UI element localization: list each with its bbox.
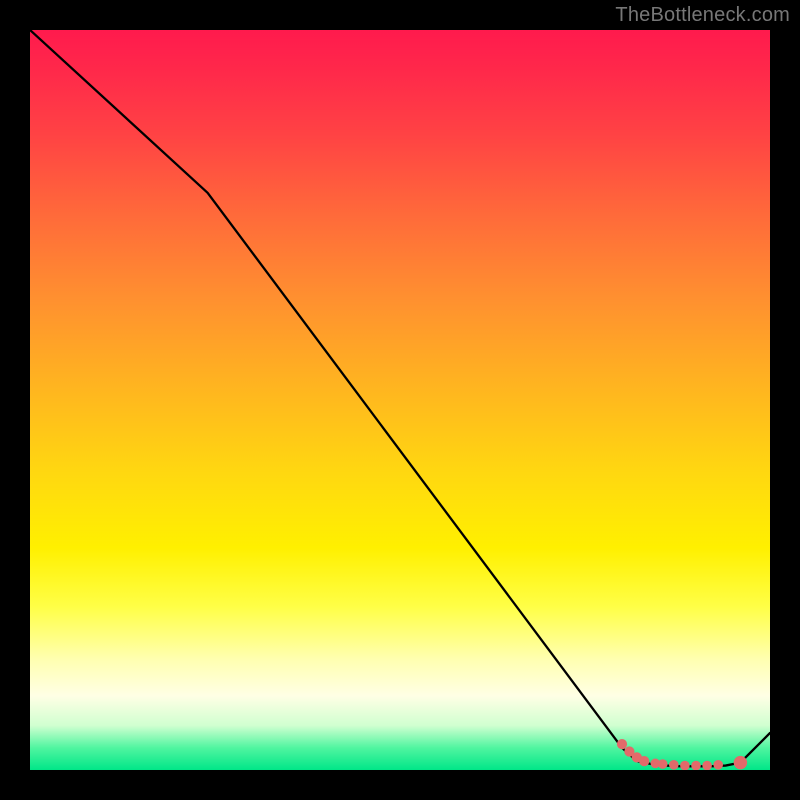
- marker-point: [669, 760, 679, 770]
- chart-svg: [30, 30, 770, 770]
- marker-point: [691, 761, 701, 770]
- marker-point: [639, 756, 649, 766]
- marker-point: [658, 759, 668, 769]
- marker-point: [680, 761, 690, 770]
- marker-point: [617, 739, 627, 749]
- marker-point: [713, 760, 723, 770]
- watermark-text: TheBottleneck.com: [615, 4, 790, 27]
- chart-plot-area: [30, 30, 770, 770]
- bottleneck-curve-line: [30, 30, 770, 766]
- marker-point: [734, 756, 747, 769]
- marker-point: [702, 761, 712, 770]
